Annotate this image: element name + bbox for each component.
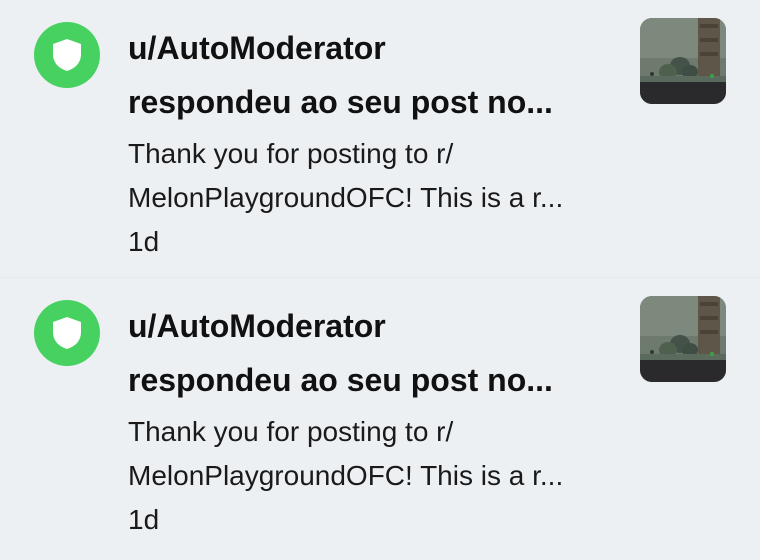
notification-preview-line: Thank you for posting to r/ — [128, 416, 454, 447]
post-thumbnail[interactable] — [640, 18, 726, 104]
notification-time: 1d — [128, 504, 160, 535]
automoderator-avatar[interactable] — [34, 22, 100, 88]
notification-preview-line: Thank you for posting to r/ — [128, 138, 454, 169]
notification-item[interactable]: u/AutoModerator respondeu ao seu post no… — [0, 0, 760, 278]
notification-preview-line: MelonPlaygroundOFC! This is a r... — [128, 460, 564, 491]
notification-text: u/AutoModerator respondeu ao seu post no… — [128, 24, 628, 264]
notification-action: respondeu ao seu post no... — [128, 362, 553, 398]
notification-preview-line: MelonPlaygroundOFC! This is a r... — [128, 182, 564, 213]
notification-action: respondeu ao seu post no... — [128, 84, 553, 120]
notification-username: u/AutoModerator — [128, 308, 386, 344]
automoderator-avatar[interactable] — [34, 300, 100, 366]
post-thumbnail[interactable] — [640, 296, 726, 382]
notification-preview: Thank you for posting to r/ MelonPlaygro… — [128, 410, 620, 498]
notification-item[interactable]: u/AutoModerator respondeu ao seu post no… — [0, 278, 760, 556]
notification-preview: Thank you for posting to r/ MelonPlaygro… — [128, 132, 620, 220]
shield-icon — [53, 39, 81, 71]
notification-text: u/AutoModerator respondeu ao seu post no… — [128, 302, 628, 542]
notification-time: 1d — [128, 226, 160, 257]
shield-icon — [53, 317, 81, 349]
notification-username: u/AutoModerator — [128, 30, 386, 66]
